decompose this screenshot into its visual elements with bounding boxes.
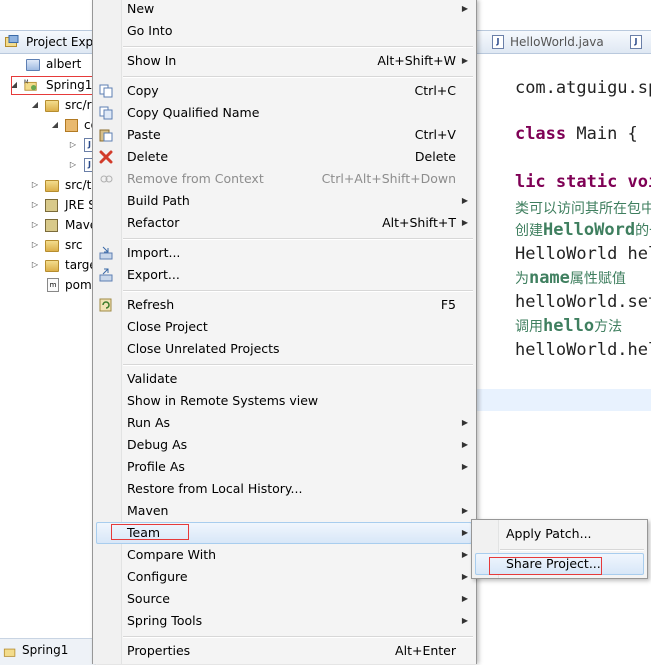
submenu-arrow-icon: ▶ <box>461 418 468 427</box>
menu-item-refactor[interactable]: Refactor Alt+Shift+T ▶ <box>93 212 476 234</box>
remove-context-icon <box>100 175 113 183</box>
submenu-arrow-icon: ▶ <box>461 528 468 537</box>
team-submenu: Apply Patch... Share Project... <box>471 519 648 579</box>
project-explorer: Project Expl albert ◢ M Spring1 ◢ src/r … <box>0 0 98 665</box>
menu-item-spring-tools[interactable]: Spring Tools ▶ <box>93 610 476 632</box>
menu-item-apply-patch[interactable]: Apply Patch... <box>472 523 647 545</box>
folder-icon <box>26 59 40 71</box>
menu-item-remove-from-context[interactable]: Remove from Context Ctrl+Alt+Shift+Down <box>93 168 476 190</box>
menu-item-source[interactable]: Source ▶ <box>93 588 476 610</box>
submenu-arrow-icon: ▶ <box>461 572 468 581</box>
menu-separator <box>123 636 473 638</box>
team-highlight-box <box>111 524 189 540</box>
export-icon <box>99 268 113 282</box>
import-icon <box>99 246 113 260</box>
tab-label: HelloWorld.java <box>510 35 604 49</box>
tree-item-label: src/t <box>65 178 92 192</box>
menu-separator <box>123 364 473 366</box>
spring1-highlight-box <box>11 76 97 95</box>
menu-separator <box>123 76 473 78</box>
folder-icon <box>45 240 59 252</box>
status-bar: Spring1 <box>0 638 96 665</box>
menu-item-show-remote-systems[interactable]: Show in Remote Systems view <box>93 390 476 412</box>
collapse-arrow-icon[interactable]: ▷ <box>30 195 40 215</box>
menu-separator <box>123 290 473 292</box>
library-icon <box>45 199 58 212</box>
submenu-arrow-icon: ▶ <box>461 550 468 559</box>
menu-item-refresh[interactable]: Refresh F5 <box>93 294 476 316</box>
submenu-arrow-icon: ▶ <box>461 4 468 13</box>
menu-item-compare-with[interactable]: Compare With ▶ <box>93 544 476 566</box>
menu-item-restore-local-history[interactable]: Restore from Local History... <box>93 478 476 500</box>
context-menu: New ▶ Go Into Show In Alt+Shift+W ▶ Copy C… <box>92 0 477 664</box>
menu-item-export[interactable]: Export... <box>93 264 476 286</box>
menu-item-import[interactable]: Import... <box>93 242 476 264</box>
java-file-icon: J <box>492 35 504 49</box>
maven-project-icon <box>3 648 16 657</box>
submenu-arrow-icon: ▶ <box>461 440 468 449</box>
source-folder-icon <box>45 100 59 112</box>
menu-item-configure[interactable]: Configure ▶ <box>93 566 476 588</box>
menu-item-delete[interactable]: Delete Delete <box>93 146 476 168</box>
library-icon <box>45 219 58 232</box>
menu-item-close-unrelated-projects[interactable]: Close Unrelated Projects <box>93 338 476 360</box>
collapse-arrow-icon[interactable]: ▷ <box>30 255 40 275</box>
paste-icon <box>99 129 113 142</box>
project-explorer-icon <box>5 35 19 47</box>
expand-arrow-icon[interactable]: ◢ <box>50 115 60 135</box>
collapse-arrow-icon[interactable]: ▷ <box>30 215 40 235</box>
menu-item-new[interactable]: New ▶ <box>93 0 476 20</box>
menu-item-properties[interactable]: Properties Alt+Enter <box>93 640 476 662</box>
menu-separator <box>123 238 473 240</box>
collapse-arrow-icon[interactable]: ▷ <box>30 175 40 195</box>
menu-item-debug-as[interactable]: Debug As ▶ <box>93 434 476 456</box>
submenu-arrow-icon: ▶ <box>461 506 468 515</box>
tree-item-label: src/r <box>65 98 92 112</box>
expand-arrow-icon[interactable]: ◢ <box>30 95 40 115</box>
tree-item-label: src <box>65 238 83 252</box>
submenu-arrow-icon: ▶ <box>461 462 468 471</box>
collapse-arrow-icon[interactable]: ▷ <box>68 155 78 175</box>
collapse-arrow-icon[interactable]: ▷ <box>68 135 78 155</box>
copy-icon <box>99 84 113 98</box>
menu-item-close-project[interactable]: Close Project <box>93 316 476 338</box>
source-folder-icon <box>45 180 59 192</box>
tree-item-label: pom <box>65 278 92 292</box>
menu-item-copy-qualified-name[interactable]: Copy Qualified Name <box>93 102 476 124</box>
menu-item-show-in[interactable]: Show In Alt+Shift+W ▶ <box>93 50 476 72</box>
submenu-arrow-icon: ▶ <box>461 196 468 205</box>
collapse-arrow-icon[interactable]: ▷ <box>30 235 40 255</box>
editor-tab-bar: J HelloWorld.java J <box>474 30 651 54</box>
menu-item-paste[interactable]: Paste Ctrl+V <box>93 124 476 146</box>
submenu-arrow-icon: ▶ <box>461 218 468 227</box>
submenu-arrow-icon: ▶ <box>461 616 468 625</box>
menu-item-build-path[interactable]: Build Path ▶ <box>93 190 476 212</box>
submenu-arrow-icon: ▶ <box>461 56 468 65</box>
refresh-icon <box>99 298 112 312</box>
current-line-highlight <box>474 389 651 411</box>
pom-file-icon: m <box>47 278 59 292</box>
menu-separator <box>500 549 644 551</box>
menu-item-go-into[interactable]: Go Into <box>93 20 476 42</box>
package-icon <box>65 119 78 132</box>
java-file-icon: J <box>630 35 642 49</box>
share-project-highlight-box <box>489 557 602 575</box>
menu-item-run-as[interactable]: Run As ▶ <box>93 412 476 434</box>
explorer-tab-bar: Project Expl <box>0 30 97 54</box>
tree-item-label: albert <box>46 57 82 71</box>
menu-item-validate[interactable]: Validate <box>93 368 476 390</box>
code-line: helloWorld.hel <box>514 340 651 360</box>
menu-item-copy[interactable]: Copy Ctrl+C <box>93 80 476 102</box>
menu-item-maven[interactable]: Maven ▶ <box>93 500 476 522</box>
submenu-arrow-icon: ▶ <box>461 594 468 603</box>
explorer-tab-title: Project Expl <box>26 35 97 49</box>
copy-qualified-icon <box>99 106 113 120</box>
folder-icon <box>45 260 59 272</box>
menu-separator <box>123 46 473 48</box>
delete-icon <box>99 150 113 164</box>
menu-item-profile-as[interactable]: Profile As ▶ <box>93 456 476 478</box>
status-project-label: Spring1 <box>22 643 69 657</box>
